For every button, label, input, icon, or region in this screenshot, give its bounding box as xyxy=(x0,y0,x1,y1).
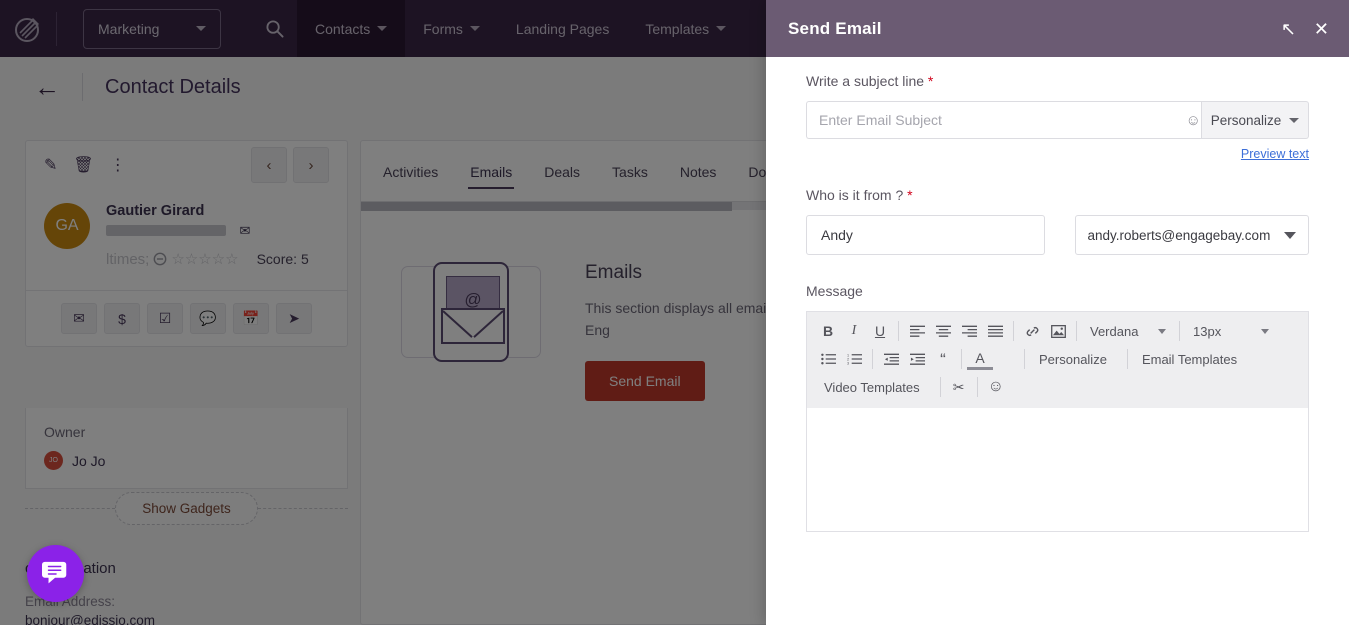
close-icon[interactable]: ✕ xyxy=(1314,20,1329,38)
scissors-icon[interactable]: ✂ xyxy=(946,373,972,401)
subject-personalize-label: Personalize xyxy=(1210,112,1282,128)
screen: Marketing Contacts Forms Landing Pages xyxy=(0,0,1349,625)
send-email-modal: Send Email ↖ ✕ Write a subject line * ☺ … xyxy=(766,0,1349,625)
chevron-down-icon xyxy=(1158,328,1166,334)
emoji-smiley-icon[interactable]: ☺ xyxy=(983,373,1009,401)
subject-input[interactable] xyxy=(806,101,1218,139)
message-body-input[interactable] xyxy=(807,408,1308,531)
email-templates-label: Email Templates xyxy=(1141,351,1238,367)
editor-personalize-label: Personalize xyxy=(1039,351,1107,367)
emoji-smiley-icon[interactable]: ☺ xyxy=(1186,112,1201,129)
chevron-down-icon xyxy=(1261,328,1269,334)
message-editor: B I U Verdana 13px 1 2 3 “ A Personalize… xyxy=(806,311,1309,532)
indent-icon[interactable] xyxy=(904,345,930,373)
italic-icon[interactable]: I xyxy=(841,317,867,345)
from-row: andy.roberts@engagebay.com xyxy=(806,215,1309,255)
expand-arrow-icon[interactable]: ↖ xyxy=(1281,20,1296,38)
from-name-input[interactable] xyxy=(806,215,1045,255)
chevron-down-icon xyxy=(1289,117,1300,123)
blockquote-icon[interactable]: “ xyxy=(930,345,956,373)
subject-personalize-button[interactable]: Personalize xyxy=(1201,101,1309,139)
from-email-value: andy.roberts@engagebay.com xyxy=(1087,227,1271,243)
bullet-list-icon[interactable] xyxy=(815,345,841,373)
font-family-select[interactable]: Verdana xyxy=(1082,317,1174,345)
required-marker: * xyxy=(927,73,934,89)
from-label: Who is it from ? * xyxy=(806,187,1309,203)
align-justify-icon[interactable] xyxy=(982,317,1008,345)
text-color-icon[interactable]: A xyxy=(967,348,993,370)
font-size-select[interactable]: 13px xyxy=(1185,317,1277,345)
required-marker: * xyxy=(907,187,913,203)
underline-icon[interactable]: U xyxy=(867,317,893,345)
modal-body: Write a subject line * ☺ Personalize Pre… xyxy=(766,57,1349,532)
subject-label-text: Write a subject line xyxy=(806,73,925,89)
email-templates-dropdown[interactable]: Email Templates xyxy=(1133,345,1252,373)
align-right-icon[interactable] xyxy=(956,317,982,345)
toolbar-row-1: B I U Verdana 13px xyxy=(815,317,1300,345)
video-templates-dropdown[interactable]: Video Templates xyxy=(815,373,935,401)
bold-icon[interactable]: B xyxy=(815,317,841,345)
subject-row: ☺ Personalize xyxy=(806,101,1309,139)
modal-footer xyxy=(766,532,1349,595)
editor-personalize-dropdown[interactable]: Personalize xyxy=(1030,345,1122,373)
outdent-icon[interactable] xyxy=(878,345,904,373)
chevron-down-icon xyxy=(1284,231,1296,239)
preview-text-link[interactable]: Preview text xyxy=(806,147,1309,161)
toolbar-row-3: Video Templates ✂ ☺ xyxy=(815,373,1300,401)
numbered-list-icon[interactable]: 123 xyxy=(841,345,867,373)
text-color-dropdown-icon[interactable] xyxy=(993,345,1019,373)
editor-toolbar: B I U Verdana 13px 1 2 3 “ A Personalize… xyxy=(807,312,1308,408)
align-left-icon[interactable] xyxy=(904,317,930,345)
message-label: Message xyxy=(806,283,863,299)
chat-bubble-icon[interactable] xyxy=(27,545,84,602)
from-email-select[interactable]: andy.roberts@engagebay.com xyxy=(1074,215,1309,255)
modal-title: Send Email xyxy=(788,18,882,38)
from-label-text: Who is it from ? xyxy=(806,187,904,203)
video-templates-label: Video Templates xyxy=(824,379,920,395)
svg-text:3: 3 xyxy=(847,362,849,365)
insert-image-icon[interactable] xyxy=(1045,317,1071,345)
subject-label: Write a subject line * xyxy=(806,73,1309,89)
font-family-value: Verdana xyxy=(1090,323,1139,339)
insert-link-icon[interactable] xyxy=(1019,317,1045,345)
font-size-value: 13px xyxy=(1193,323,1222,339)
modal-header: Send Email ↖ ✕ xyxy=(766,0,1349,57)
align-center-icon[interactable] xyxy=(930,317,956,345)
toolbar-row-2: 123 “ A Personalize Email Templates xyxy=(815,345,1300,373)
